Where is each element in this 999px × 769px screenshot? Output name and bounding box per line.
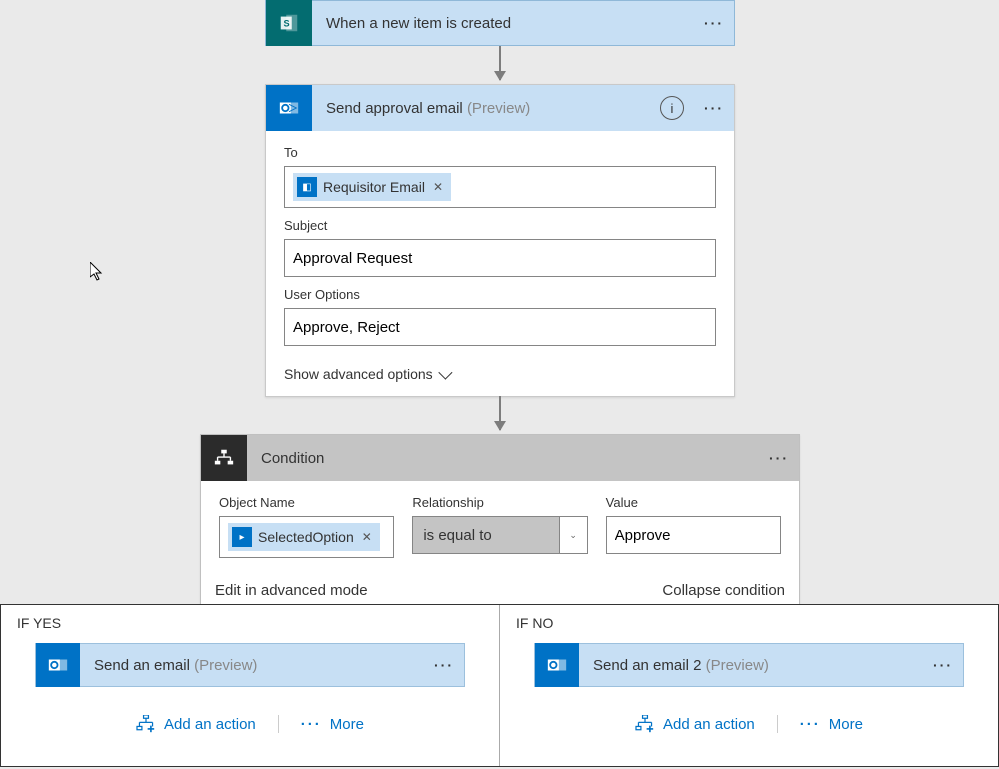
relationship-select[interactable]: is equal to ⌄ xyxy=(412,516,587,554)
condition-header[interactable]: Condition ··· xyxy=(201,435,799,481)
value-field[interactable] xyxy=(606,516,781,554)
send-approval-email-card: Send approval email (Preview) i ··· To ◧… xyxy=(265,84,735,397)
outlook-icon xyxy=(266,85,312,131)
if-yes-branch: IF YES Send an email (Preview) ··· Add a… xyxy=(1,605,500,766)
condition-title: Condition xyxy=(247,450,759,467)
to-label: To xyxy=(284,145,716,160)
send-email-yes-card[interactable]: Send an email (Preview) ··· xyxy=(35,643,465,687)
card-menu[interactable]: ··· xyxy=(424,657,464,673)
card-title: Send approval email (Preview) xyxy=(312,100,660,117)
object-name-field[interactable]: ▸ SelectedOption ✕ xyxy=(219,516,394,558)
subject-input[interactable] xyxy=(293,250,707,267)
object-name-label: Object Name xyxy=(219,495,394,510)
more-button[interactable]: ··· More xyxy=(778,715,885,733)
mouse-cursor xyxy=(90,262,106,285)
condition-card: Condition ··· Object Name ▸ SelectedOpti… xyxy=(200,434,800,614)
condition-menu[interactable]: ··· xyxy=(759,450,799,466)
value-input[interactable] xyxy=(615,527,772,544)
edit-advanced-mode[interactable]: Edit in advanced mode xyxy=(215,582,368,599)
svg-text:S: S xyxy=(284,19,290,29)
preview-badge: (Preview) xyxy=(194,657,257,674)
card-title: Send an email 2 (Preview) xyxy=(579,657,923,674)
token-remove[interactable]: ✕ xyxy=(433,180,443,194)
if-yes-label: IF YES xyxy=(17,615,483,631)
token-requisitor-email[interactable]: ◧ Requisitor Email ✕ xyxy=(293,173,451,201)
add-action-label: Add an action xyxy=(663,716,755,733)
connector-arrow xyxy=(499,396,501,430)
add-action-button[interactable]: Add an action xyxy=(613,715,778,733)
sharepoint-icon: S xyxy=(266,0,312,46)
value-label: Value xyxy=(606,495,781,510)
condition-branches: IF YES Send an email (Preview) ··· Add a… xyxy=(0,604,999,767)
outlook-icon xyxy=(36,643,80,687)
token-remove[interactable]: ✕ xyxy=(362,530,372,544)
if-no-label: IF NO xyxy=(516,615,982,631)
token-icon: ▸ xyxy=(232,527,252,547)
subject-label: Subject xyxy=(284,218,716,233)
info-icon[interactable]: i xyxy=(660,96,684,120)
dropdown-icon[interactable]: ⌄ xyxy=(559,517,587,553)
more-icon: ··· xyxy=(800,716,821,733)
add-action-label: Add an action xyxy=(164,716,256,733)
more-icon: ··· xyxy=(301,716,322,733)
token-selected-option[interactable]: ▸ SelectedOption ✕ xyxy=(228,523,380,551)
preview-badge: (Preview) xyxy=(467,100,530,117)
send-email-no-card[interactable]: Send an email 2 (Preview) ··· xyxy=(534,643,964,687)
more-label: More xyxy=(829,716,863,733)
add-action-icon xyxy=(635,715,655,733)
more-label: More xyxy=(330,716,364,733)
relationship-value: is equal to xyxy=(413,527,558,544)
add-action-button[interactable]: Add an action xyxy=(114,715,279,733)
options-field[interactable] xyxy=(284,308,716,346)
condition-icon xyxy=(201,435,247,481)
trigger-card[interactable]: S When a new item is created ··· xyxy=(265,0,735,46)
card-menu[interactable]: ··· xyxy=(923,657,963,673)
action-title: Send an email 2 xyxy=(593,657,701,674)
action-title: Send an email xyxy=(94,657,190,674)
options-input[interactable] xyxy=(293,319,707,336)
card-menu[interactable]: ··· xyxy=(694,100,734,116)
action-title: Send approval email xyxy=(326,100,463,117)
relationship-label: Relationship xyxy=(412,495,587,510)
show-advanced-options[interactable]: Show advanced options xyxy=(266,354,734,396)
outlook-icon xyxy=(535,643,579,687)
show-advanced-label: Show advanced options xyxy=(284,366,433,382)
options-label: User Options xyxy=(284,287,716,302)
chevron-down-icon xyxy=(438,366,452,380)
connector-arrow xyxy=(499,46,501,80)
token-icon: ◧ xyxy=(297,177,317,197)
if-no-branch: IF NO Send an email 2 (Preview) ··· Add … xyxy=(500,605,998,766)
token-label: Requisitor Email xyxy=(323,179,425,195)
trigger-menu[interactable]: ··· xyxy=(694,15,734,31)
to-field[interactable]: ◧ Requisitor Email ✕ xyxy=(284,166,716,208)
subject-field[interactable] xyxy=(284,239,716,277)
card-title: Send an email (Preview) xyxy=(80,657,424,674)
collapse-condition[interactable]: Collapse condition xyxy=(662,582,785,599)
more-button[interactable]: ··· More xyxy=(279,715,386,733)
card-header[interactable]: Send approval email (Preview) i ··· xyxy=(266,85,734,131)
token-label: SelectedOption xyxy=(258,529,354,545)
preview-badge: (Preview) xyxy=(706,657,769,674)
add-action-icon xyxy=(136,715,156,733)
trigger-title: When a new item is created xyxy=(312,15,694,32)
